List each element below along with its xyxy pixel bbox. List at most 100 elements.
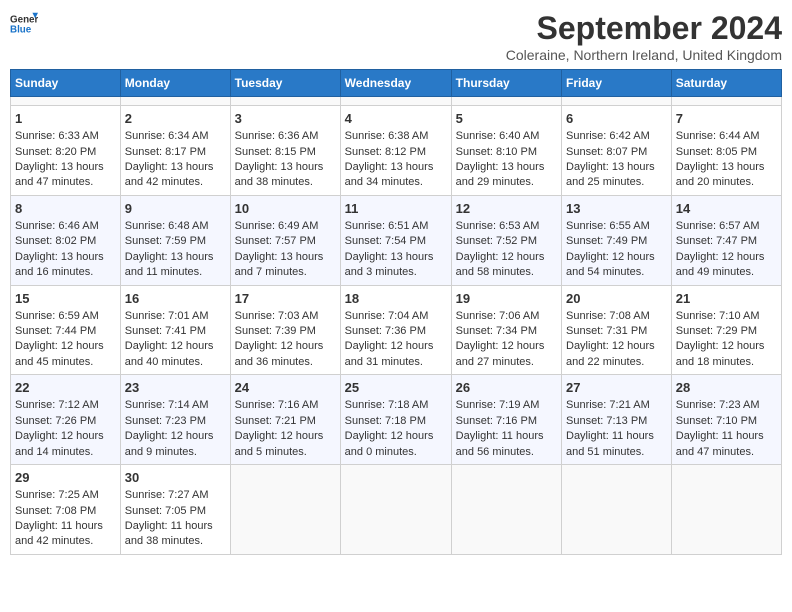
cell-text: Daylight: 12 hours and 18 minutes. bbox=[676, 339, 777, 370]
page-header: General Blue September 2024 Coleraine, N… bbox=[10, 10, 782, 63]
calendar-cell: 1Sunrise: 6:33 AMSunset: 8:20 PMDaylight… bbox=[11, 106, 121, 196]
cell-text: Sunrise: 7:27 AM bbox=[125, 488, 226, 503]
cell-text: Sunrise: 6:42 AM bbox=[566, 129, 667, 144]
cell-text: Sunrise: 7:19 AM bbox=[456, 398, 557, 413]
calendar-header: SundayMondayTuesdayWednesdayThursdayFrid… bbox=[11, 70, 782, 97]
calendar-body: 1Sunrise: 6:33 AMSunset: 8:20 PMDaylight… bbox=[11, 97, 782, 555]
cell-text: Sunrise: 6:33 AM bbox=[15, 129, 116, 144]
calendar-cell: 29Sunrise: 7:25 AMSunset: 7:08 PMDayligh… bbox=[11, 465, 121, 555]
calendar-cell: 17Sunrise: 7:03 AMSunset: 7:39 PMDayligh… bbox=[230, 285, 340, 375]
calendar-cell bbox=[230, 465, 340, 555]
calendar-cell bbox=[451, 465, 561, 555]
day-number: 6 bbox=[566, 110, 667, 128]
cell-text: Daylight: 13 hours and 3 minutes. bbox=[345, 250, 447, 281]
cell-text: Daylight: 13 hours and 11 minutes. bbox=[125, 250, 226, 281]
cell-text: Sunrise: 6:34 AM bbox=[125, 129, 226, 144]
cell-text: Sunrise: 6:55 AM bbox=[566, 219, 667, 234]
cell-text: Sunset: 7:29 PM bbox=[676, 324, 777, 339]
cell-text: Sunset: 7:16 PM bbox=[456, 414, 557, 429]
day-number: 21 bbox=[676, 290, 777, 308]
cell-text: Daylight: 13 hours and 47 minutes. bbox=[15, 160, 116, 191]
day-number: 8 bbox=[15, 200, 116, 218]
day-number: 23 bbox=[125, 379, 226, 397]
cell-text: Sunset: 7:52 PM bbox=[456, 234, 557, 249]
cell-text: Daylight: 11 hours and 38 minutes. bbox=[125, 519, 226, 550]
cell-text: Daylight: 11 hours and 47 minutes. bbox=[676, 429, 777, 460]
title-block: September 2024 Coleraine, Northern Irela… bbox=[506, 10, 782, 63]
calendar-cell: 30Sunrise: 7:27 AMSunset: 7:05 PMDayligh… bbox=[120, 465, 230, 555]
calendar-cell: 28Sunrise: 7:23 AMSunset: 7:10 PMDayligh… bbox=[671, 375, 781, 465]
cell-text: Daylight: 12 hours and 54 minutes. bbox=[566, 250, 667, 281]
cell-text: Sunset: 7:36 PM bbox=[345, 324, 447, 339]
calendar-cell: 10Sunrise: 6:49 AMSunset: 7:57 PMDayligh… bbox=[230, 195, 340, 285]
cell-text: Daylight: 12 hours and 49 minutes. bbox=[676, 250, 777, 281]
cell-text: Daylight: 12 hours and 31 minutes. bbox=[345, 339, 447, 370]
cell-text: Daylight: 13 hours and 20 minutes. bbox=[676, 160, 777, 191]
week-row-5: 29Sunrise: 7:25 AMSunset: 7:08 PMDayligh… bbox=[11, 465, 782, 555]
day-number: 1 bbox=[15, 110, 116, 128]
cell-text: Sunset: 8:12 PM bbox=[345, 145, 447, 160]
cell-text: Sunrise: 7:23 AM bbox=[676, 398, 777, 413]
day-number: 3 bbox=[235, 110, 336, 128]
cell-text: Daylight: 12 hours and 14 minutes. bbox=[15, 429, 116, 460]
cell-text: Sunset: 7:47 PM bbox=[676, 234, 777, 249]
cell-text: Sunrise: 6:36 AM bbox=[235, 129, 336, 144]
calendar-cell: 5Sunrise: 6:40 AMSunset: 8:10 PMDaylight… bbox=[451, 106, 561, 196]
calendar-cell: 9Sunrise: 6:48 AMSunset: 7:59 PMDaylight… bbox=[120, 195, 230, 285]
cell-text: Daylight: 12 hours and 45 minutes. bbox=[15, 339, 116, 370]
cell-text: Sunrise: 6:59 AM bbox=[15, 309, 116, 324]
cell-text: Daylight: 12 hours and 22 minutes. bbox=[566, 339, 667, 370]
cell-text: Sunset: 7:31 PM bbox=[566, 324, 667, 339]
cell-text: Daylight: 12 hours and 40 minutes. bbox=[125, 339, 226, 370]
calendar-cell bbox=[671, 97, 781, 106]
calendar-cell: 22Sunrise: 7:12 AMSunset: 7:26 PMDayligh… bbox=[11, 375, 121, 465]
day-number: 24 bbox=[235, 379, 336, 397]
column-header-saturday: Saturday bbox=[671, 70, 781, 97]
cell-text: Sunset: 7:21 PM bbox=[235, 414, 336, 429]
cell-text: Sunset: 8:15 PM bbox=[235, 145, 336, 160]
calendar-cell: 16Sunrise: 7:01 AMSunset: 7:41 PMDayligh… bbox=[120, 285, 230, 375]
day-number: 13 bbox=[566, 200, 667, 218]
cell-text: Sunset: 7:05 PM bbox=[125, 504, 226, 519]
day-number: 12 bbox=[456, 200, 557, 218]
calendar-cell bbox=[230, 97, 340, 106]
column-header-monday: Monday bbox=[120, 70, 230, 97]
cell-text: Sunset: 7:54 PM bbox=[345, 234, 447, 249]
cell-text: Sunrise: 6:44 AM bbox=[676, 129, 777, 144]
cell-text: Sunset: 7:08 PM bbox=[15, 504, 116, 519]
cell-text: Daylight: 12 hours and 27 minutes. bbox=[456, 339, 557, 370]
week-row-3: 15Sunrise: 6:59 AMSunset: 7:44 PMDayligh… bbox=[11, 285, 782, 375]
cell-text: Sunset: 7:18 PM bbox=[345, 414, 447, 429]
day-number: 27 bbox=[566, 379, 667, 397]
cell-text: Daylight: 12 hours and 5 minutes. bbox=[235, 429, 336, 460]
cell-text: Sunset: 7:57 PM bbox=[235, 234, 336, 249]
cell-text: Sunset: 7:26 PM bbox=[15, 414, 116, 429]
cell-text: Sunrise: 6:46 AM bbox=[15, 219, 116, 234]
cell-text: Daylight: 11 hours and 51 minutes. bbox=[566, 429, 667, 460]
calendar-cell: 25Sunrise: 7:18 AMSunset: 7:18 PMDayligh… bbox=[340, 375, 451, 465]
day-number: 5 bbox=[456, 110, 557, 128]
calendar-cell: 3Sunrise: 6:36 AMSunset: 8:15 PMDaylight… bbox=[230, 106, 340, 196]
calendar-cell bbox=[340, 465, 451, 555]
calendar-cell: 4Sunrise: 6:38 AMSunset: 8:12 PMDaylight… bbox=[340, 106, 451, 196]
cell-text: Daylight: 13 hours and 34 minutes. bbox=[345, 160, 447, 191]
header-row: SundayMondayTuesdayWednesdayThursdayFrid… bbox=[11, 70, 782, 97]
cell-text: Sunrise: 7:21 AM bbox=[566, 398, 667, 413]
day-number: 30 bbox=[125, 469, 226, 487]
cell-text: Sunrise: 7:08 AM bbox=[566, 309, 667, 324]
day-number: 20 bbox=[566, 290, 667, 308]
cell-text: Sunrise: 7:06 AM bbox=[456, 309, 557, 324]
week-row-2: 8Sunrise: 6:46 AMSunset: 8:02 PMDaylight… bbox=[11, 195, 782, 285]
day-number: 9 bbox=[125, 200, 226, 218]
calendar-cell: 21Sunrise: 7:10 AMSunset: 7:29 PMDayligh… bbox=[671, 285, 781, 375]
cell-text: Daylight: 11 hours and 56 minutes. bbox=[456, 429, 557, 460]
cell-text: Daylight: 13 hours and 16 minutes. bbox=[15, 250, 116, 281]
calendar-cell: 18Sunrise: 7:04 AMSunset: 7:36 PMDayligh… bbox=[340, 285, 451, 375]
cell-text: Sunrise: 7:16 AM bbox=[235, 398, 336, 413]
cell-text: Daylight: 13 hours and 42 minutes. bbox=[125, 160, 226, 191]
cell-text: Daylight: 12 hours and 58 minutes. bbox=[456, 250, 557, 281]
cell-text: Sunset: 8:20 PM bbox=[15, 145, 116, 160]
calendar-cell: 27Sunrise: 7:21 AMSunset: 7:13 PMDayligh… bbox=[562, 375, 672, 465]
cell-text: Daylight: 12 hours and 36 minutes. bbox=[235, 339, 336, 370]
calendar-cell: 19Sunrise: 7:06 AMSunset: 7:34 PMDayligh… bbox=[451, 285, 561, 375]
